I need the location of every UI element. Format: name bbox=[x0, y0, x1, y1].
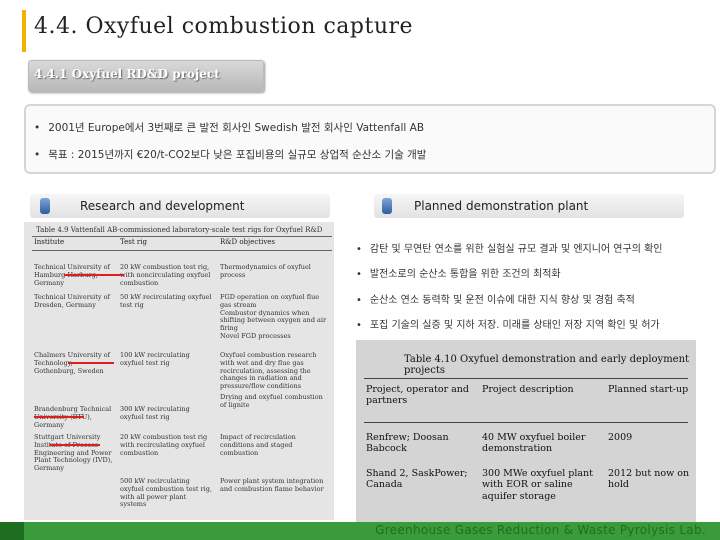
scanned-table-4-10: Table 4.10 Oxyfuel demonstration and ear… bbox=[356, 340, 696, 522]
bullet-icon: • bbox=[34, 149, 41, 161]
table-header: R&D objectives bbox=[220, 238, 276, 246]
table-cell: Impact of recirculation conditions and s… bbox=[220, 433, 296, 457]
bullet-icon: • bbox=[356, 295, 362, 306]
scanned-table-4-9: Table 4.9 Vattenfall AB-commissioned lab… bbox=[24, 222, 334, 520]
demo-bullet-4: • 포집 기술의 실증 및 지하 저장. 미래를 상태인 저장 지역 확인 및 허… bbox=[356, 320, 660, 331]
bullet-icon: • bbox=[34, 122, 41, 134]
section-subtitle: 4.4.1 Oxyfuel RD&D project bbox=[34, 67, 220, 81]
cylinder-icon bbox=[40, 198, 50, 214]
table-caption: Table 4.9 Vattenfall AB-commissioned lab… bbox=[36, 226, 323, 234]
table-rule bbox=[32, 236, 332, 237]
table-cell: 500 kW recirculating oxyfuel combustion … bbox=[120, 477, 212, 509]
table-cell: Power plant system integration and combu… bbox=[220, 477, 324, 493]
red-underline bbox=[64, 274, 124, 276]
table-cell: 40 MW oxyfuel boiler demonstration bbox=[482, 432, 586, 455]
red-underline bbox=[34, 416, 84, 418]
page-title: 4.4. Oxyfuel combustion capture bbox=[34, 14, 414, 39]
table-cell: 300 kW recirculating oxyfuel test rig bbox=[120, 405, 190, 421]
table-header: Project description bbox=[482, 384, 574, 395]
red-underline bbox=[68, 362, 114, 364]
table-cell: Stuttgart University Institute of Proces… bbox=[34, 433, 113, 473]
table-header: Planned start-up bbox=[608, 384, 689, 395]
summary-box bbox=[24, 104, 716, 174]
summary-bullet-1: • 2001년 Europe에서 3번째로 큰 발전 회사인 Swedish 발전… bbox=[34, 122, 425, 134]
table-header: Project, operator and partners bbox=[366, 384, 469, 407]
table-rule bbox=[364, 422, 688, 423]
red-underline bbox=[50, 444, 100, 446]
table-cell: FGD operation on oxyfuel flue gas stream… bbox=[220, 293, 327, 340]
table-rule bbox=[32, 250, 332, 251]
footer-accent bbox=[0, 522, 24, 540]
table-cell: 20 kW combustion test rig, with noncircu… bbox=[120, 263, 211, 287]
table-cell: 100 kW recirculating oxyfuel test rig bbox=[120, 351, 190, 367]
table-cell: Drying and oxyfuel combustion of lignite bbox=[220, 393, 323, 409]
table-cell: Oxyfuel combustion research with wet and… bbox=[220, 351, 317, 391]
bullet-icon: • bbox=[356, 269, 362, 280]
table-rule bbox=[364, 378, 688, 379]
table-header: Institute bbox=[34, 238, 65, 246]
table-cell: 2012 but now on hold bbox=[608, 468, 690, 491]
bullet-icon: • bbox=[356, 244, 362, 255]
bullet-icon: • bbox=[356, 320, 362, 331]
title-accent-bar bbox=[22, 10, 26, 52]
table-header: Test rig bbox=[120, 238, 147, 246]
summary-bullet-2: • 목표 : 2015년까지 €20/t-CO2보다 낮은 포집비용의 실규모 상… bbox=[34, 149, 427, 161]
cylinder-icon bbox=[382, 198, 392, 214]
demo-bullet-2: • 발전소로의 순산소 통합을 위한 조건의 최적화 bbox=[356, 269, 561, 280]
demo-bullet-3: • 순산소 연소 동력학 및 운전 이슈에 대한 지식 향상 및 경험 축적 bbox=[356, 295, 635, 306]
table-cell: Shand 2, SaskPower; Canada bbox=[366, 468, 468, 491]
demo-bullet-1: • 감탄 및 무연탄 연소를 위한 실험실 규모 결과 및 엔지니어 연구의 확인 bbox=[356, 244, 663, 255]
table-caption: Table 4.10 Oxyfuel demonstration and ear… bbox=[404, 354, 690, 376]
footer-lab-name: Greenhouse Gases Reduction & Waste Pyrol… bbox=[375, 523, 706, 537]
table-cell: Renfrew; Doosan Babcock bbox=[366, 432, 449, 455]
section-label-demonstration: Planned demonstration plant bbox=[414, 199, 589, 213]
table-cell: Thermodynamics of oxyfuel process bbox=[220, 263, 311, 279]
table-cell: 2009 bbox=[608, 432, 633, 443]
table-cell: 20 kW combustion test rig with recircula… bbox=[120, 433, 208, 457]
table-cell: 50 kW recirculating oxyfuel test rig bbox=[120, 293, 212, 309]
table-cell: Technical University of Dresden, Germany bbox=[34, 293, 110, 309]
table-cell: 300 MWe oxyfuel plant with EOR or saline… bbox=[482, 468, 593, 502]
section-label-research: Research and development bbox=[80, 199, 245, 213]
